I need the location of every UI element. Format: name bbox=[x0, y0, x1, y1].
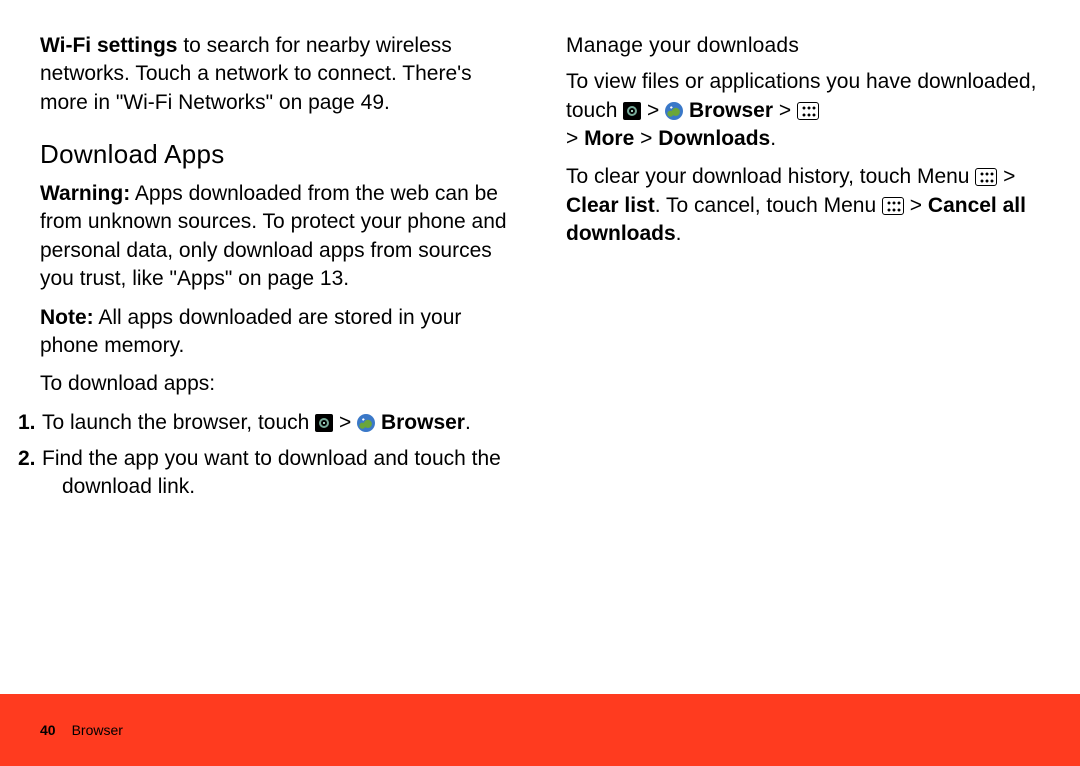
step-1: 1.To launch the browser, touch > Browser… bbox=[40, 409, 514, 437]
to-download-label: To download apps: bbox=[40, 370, 514, 398]
launcher-icon bbox=[623, 102, 641, 120]
wifi-settings-label: Wi-Fi settings bbox=[40, 34, 177, 57]
manage-p2-mid: . To cancel, touch Menu bbox=[655, 194, 882, 217]
manage-gt6: > bbox=[904, 194, 928, 217]
globe-icon bbox=[357, 414, 375, 432]
menu-icon bbox=[797, 102, 819, 120]
manage-gt2: > bbox=[773, 99, 797, 122]
manage-browser: Browser bbox=[683, 99, 773, 122]
step-2-body: Find the app you want to download and to… bbox=[42, 447, 501, 498]
menu-icon bbox=[975, 168, 997, 186]
menu-icon bbox=[882, 197, 904, 215]
manage-more: More bbox=[584, 127, 634, 150]
globe-icon bbox=[665, 102, 683, 120]
page-number: 40 bbox=[40, 721, 56, 740]
manage-gt4: > bbox=[634, 127, 658, 150]
note-label: Note: bbox=[40, 306, 94, 329]
step-1-pre: To launch the browser, touch bbox=[42, 411, 315, 434]
manage-p2: To clear your download history, touch Me… bbox=[566, 163, 1040, 248]
launcher-icon bbox=[315, 414, 333, 432]
step-1-end: . bbox=[465, 411, 471, 434]
note-body: All apps downloaded are stored in your p… bbox=[40, 306, 461, 357]
manage-p2-end: . bbox=[676, 222, 682, 245]
manage-gt5: > bbox=[997, 165, 1015, 188]
manage-gt1: > bbox=[641, 99, 665, 122]
note-paragraph: Note: All apps downloaded are stored in … bbox=[40, 304, 514, 361]
footer-section: Browser bbox=[72, 721, 123, 740]
step-2: 2.Find the app you want to download and … bbox=[40, 445, 514, 502]
download-apps-heading: Download Apps bbox=[40, 137, 514, 172]
manage-gt3: > bbox=[566, 127, 584, 150]
manage-p1: To view files or applications you have d… bbox=[566, 68, 1040, 153]
warning-paragraph: Warning: Apps downloaded from the web ca… bbox=[40, 180, 514, 293]
manage-downloads-heading: Manage your downloads bbox=[566, 32, 1040, 60]
manage-p1-end: . bbox=[770, 127, 776, 150]
clear-list: Clear list bbox=[566, 194, 655, 217]
step-1-browser: Browser bbox=[375, 411, 465, 434]
page-footer: 40 Browser bbox=[0, 694, 1080, 766]
warning-label: Warning: bbox=[40, 182, 130, 205]
manage-p2-pre: To clear your download history, touch Me… bbox=[566, 165, 975, 188]
manage-downloads: Downloads bbox=[658, 127, 770, 150]
step-1-gt: > bbox=[333, 411, 357, 434]
wifi-settings-paragraph: Wi-Fi settings to search for nearby wire… bbox=[40, 32, 514, 117]
